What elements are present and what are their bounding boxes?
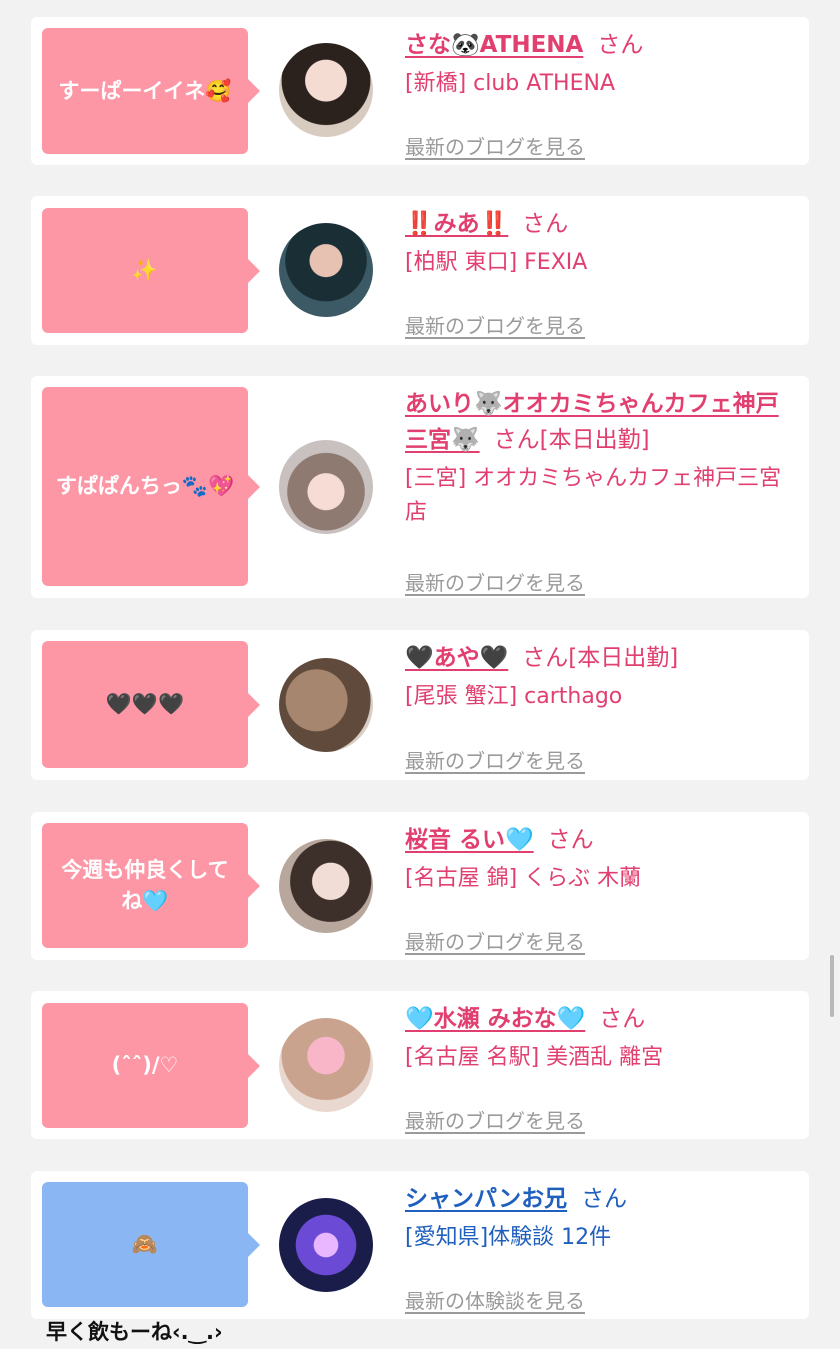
post-card: 🙈 シャンパンお兄 さん [愛知県]体験談 12件 最新の体験談を見る <box>31 1171 809 1319</box>
today-attendance-tag: [本日出勤] <box>568 645 679 671</box>
cast-name-link[interactable]: 桜音 るい🩵 <box>405 827 534 853</box>
honorific: さん <box>522 645 569 671</box>
today-attendance-tag: [本日出勤] <box>539 427 650 453</box>
message-bubble: 今週も仲良くしてね🩵 <box>42 823 260 948</box>
shop-name: [新橋] club ATHENA <box>405 71 615 96</box>
message-bubble: すーぱーイイネ🥰 <box>42 28 260 154</box>
honorific: さん <box>547 827 594 853</box>
post-card: すぱぱんちっ🐾💖 あいり🐺オオカミちゃんカフェ神戸三宮🐺 さん[本日出勤] [三宮… <box>31 376 809 598</box>
scrollbar[interactable] <box>830 955 834 1017</box>
post-card: (ˆˆ)/♡ 🩵水瀬 みおな🩵 さん [名古屋 名駅] 美酒乱 離宮 最新のブログ… <box>31 991 809 1139</box>
message-bubble: (ˆˆ)/♡ <box>42 1003 260 1128</box>
honorific: さん <box>599 1006 646 1032</box>
cast-name-link[interactable]: シャンパンお兄 <box>405 1186 567 1212</box>
cast-name-link[interactable]: 🖤あや🖤 <box>405 645 508 671</box>
avatar[interactable] <box>279 1198 373 1292</box>
shop-name: [三宮] オオカミちゃんカフェ神戸三宮店 <box>405 466 782 525</box>
honorific: さん <box>597 32 644 58</box>
latest-blog-link[interactable]: 最新のブログを見る <box>405 567 585 596</box>
avatar[interactable] <box>279 440 373 534</box>
post-card: ✨ ‼️みあ‼️ さん [柏駅 東口] FEXIA 最新のブログを見る <box>31 196 809 345</box>
latest-review-link[interactable]: 最新の体験談を見る <box>405 1285 585 1314</box>
message-bubble: すぱぱんちっ🐾💖 <box>42 387 260 586</box>
latest-blog-link[interactable]: 最新のブログを見る <box>405 745 585 774</box>
message-bubble: ✨ <box>42 208 260 333</box>
latest-blog-link[interactable]: 最新のブログを見る <box>405 926 585 955</box>
message-bubble: 🖤🖤🖤 <box>42 641 260 768</box>
post-card: すーぱーイイネ🥰 さな🐼ATHENA さん [新橋] club ATHENA 最新… <box>31 17 809 165</box>
cast-name-link[interactable]: 🩵水瀬 みおな🩵 <box>405 1006 585 1032</box>
latest-blog-link[interactable]: 最新のブログを見る <box>405 1105 585 1134</box>
post-card: 今週も仲良くしてね🩵 桜音 るい🩵 さん [名古屋 錦] くらぶ 木蘭 最新のブロ… <box>31 812 809 960</box>
cast-name-link[interactable]: さな🐼ATHENA <box>405 32 583 58</box>
avatar[interactable] <box>279 839 373 933</box>
honorific: さん <box>581 1186 628 1212</box>
honorific: さん <box>522 211 569 237</box>
avatar[interactable] <box>279 223 373 317</box>
shop-name: [尾張 蟹江] carthago <box>405 684 623 709</box>
shop-name: [柏駅 東口] FEXIA <box>405 250 588 275</box>
latest-blog-link[interactable]: 最新のブログを見る <box>405 310 585 339</box>
review-count: [愛知県]体験談 12件 <box>405 1225 612 1250</box>
cast-name-link[interactable]: ‼️みあ‼️ <box>405 211 508 237</box>
avatar[interactable] <box>279 43 373 137</box>
message-bubble: 🙈 <box>42 1182 260 1307</box>
shop-name: [名古屋 錦] くらぶ 木蘭 <box>405 866 642 891</box>
shop-name: [名古屋 名駅] 美酒乱 離宮 <box>405 1045 664 1070</box>
honorific: さん <box>493 427 540 453</box>
avatar[interactable] <box>279 658 373 752</box>
avatar[interactable] <box>279 1018 373 1112</box>
latest-blog-link[interactable]: 最新のブログを見る <box>405 131 585 160</box>
caption-text: 早く飲もーね‹.‿.› <box>46 1320 223 1344</box>
post-card: 🖤🖤🖤 🖤あや🖤 さん[本日出勤] [尾張 蟹江] carthago 最新のブログ… <box>31 630 809 780</box>
